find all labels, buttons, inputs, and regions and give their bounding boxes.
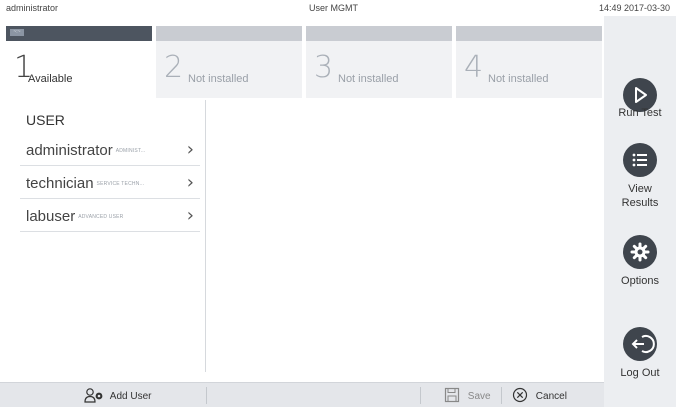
tab-label: Not installed xyxy=(488,73,549,85)
toolbar-divider xyxy=(420,387,421,404)
save-button[interactable]: Save xyxy=(444,387,491,404)
add-user-icon xyxy=(84,387,104,406)
module-tabs: ~:~ 1 Available 2 Not installed 3 Not in… xyxy=(6,26,604,98)
list-icon xyxy=(623,143,657,177)
tab-status-strip xyxy=(456,26,602,41)
log-out-label: Log Out xyxy=(620,367,660,379)
log-out-button[interactable]: Log Out xyxy=(604,327,676,380)
run-test-button[interactable]: Run Test xyxy=(604,78,676,123)
user-role: ADMINIST... xyxy=(115,148,146,155)
user-role: ADVANCED USER xyxy=(78,214,124,221)
user-row-administrator[interactable]: administrator ADMINIST... › xyxy=(20,134,200,166)
add-user-label: Add User xyxy=(109,391,152,402)
tab-status-strip xyxy=(156,26,302,41)
user-role: SERVICE TECHN... xyxy=(96,181,145,188)
chevron-right-icon: › xyxy=(186,139,194,160)
tab-module-1[interactable]: ~:~ 1 Available xyxy=(6,26,152,98)
tab-status-strip xyxy=(306,26,452,41)
user-name: labuser xyxy=(26,208,76,225)
status-bar: administrator User MGMT 14:49 2017-03-30 xyxy=(0,0,676,16)
toolbar-divider xyxy=(501,387,502,404)
save-label: Save xyxy=(467,391,491,402)
chevron-right-icon: › xyxy=(186,172,194,193)
user-list-panel: USER administrator ADMINIST... › technici… xyxy=(18,100,206,372)
datetime: 14:49 2017-03-30 xyxy=(598,3,670,13)
view-results-label: View Results xyxy=(621,183,659,209)
chevron-right-icon: › xyxy=(186,205,194,226)
cancel-label: Cancel xyxy=(535,391,567,402)
tab-number: 4 xyxy=(464,50,484,85)
user-name: technician xyxy=(26,175,94,192)
tab-status-strip: ~:~ xyxy=(6,26,152,41)
tab-number: 3 xyxy=(314,50,334,85)
save-icon xyxy=(444,387,460,406)
run-test-label: Run Test xyxy=(618,107,662,119)
cancel-icon xyxy=(512,387,528,406)
gear-icon xyxy=(623,235,657,269)
screen-title: User MGMT xyxy=(309,3,358,13)
cancel-button[interactable]: Cancel xyxy=(512,387,567,404)
options-button[interactable]: Options xyxy=(604,235,676,288)
module-indicator-icon: ~:~ xyxy=(10,29,24,36)
user-row-labuser[interactable]: labuser ADVANCED USER › xyxy=(20,200,200,232)
logout-arrow-icon xyxy=(623,327,657,361)
user-list-header: USER xyxy=(26,112,65,128)
tab-module-2[interactable]: 2 Not installed xyxy=(156,26,302,98)
add-user-button[interactable]: Add User xyxy=(84,387,151,404)
toolbar-divider xyxy=(206,387,207,404)
user-row-technician[interactable]: technician SERVICE TECHN... › xyxy=(20,167,200,199)
view-results-button[interactable]: View Results xyxy=(604,143,676,210)
tab-label: Available xyxy=(28,73,73,85)
bottom-toolbar: Add User Save Cancel xyxy=(0,382,604,407)
user-name: administrator xyxy=(26,142,113,159)
side-menu: Run Test View Results Options Log Out xyxy=(604,16,676,407)
tab-module-4[interactable]: 4 Not installed xyxy=(456,26,602,98)
options-label: Options xyxy=(621,275,659,287)
logged-in-user: administrator xyxy=(6,3,59,13)
tab-label: Not installed xyxy=(338,73,399,85)
tab-number: 2 xyxy=(164,50,184,85)
tab-label: Not installed xyxy=(188,73,249,85)
tab-module-3[interactable]: 3 Not installed xyxy=(306,26,452,98)
